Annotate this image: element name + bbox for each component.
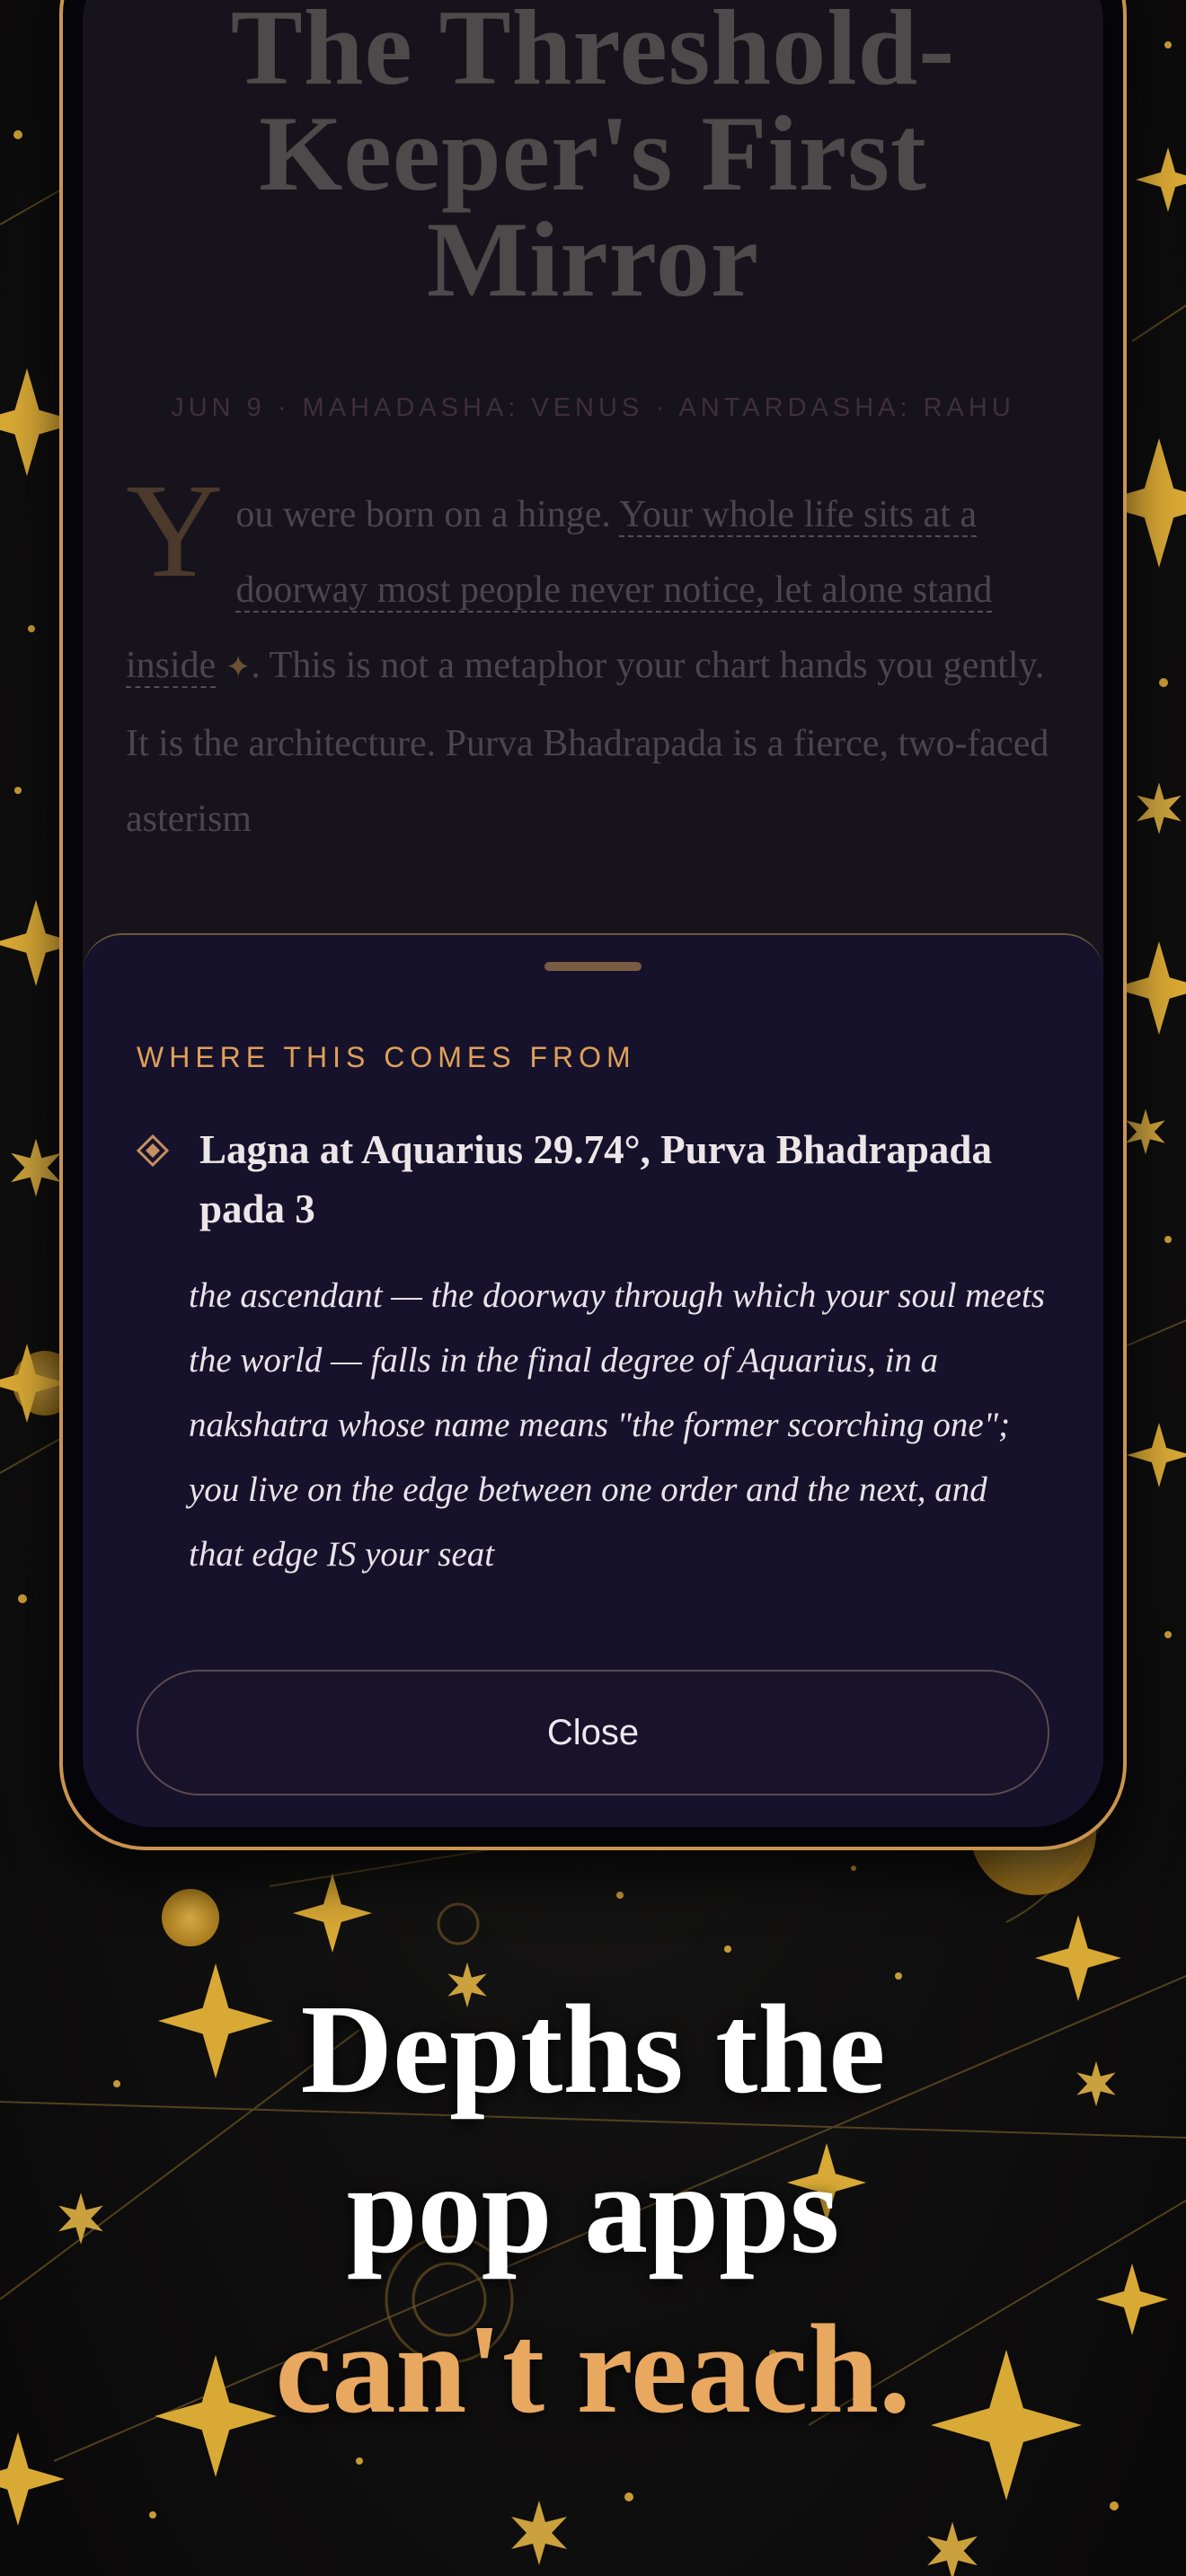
tagline-line-1: Depths the [300,1978,886,2120]
tagline-line-2: pop apps [346,2138,840,2280]
close-button[interactable]: Close [137,1670,1049,1795]
article-title: The Threshold-Keeper's First Mirror [230,0,956,319]
chart-placement: Lagna at Aquarius 29.74°, Purva Bhadrapa… [199,1127,992,1231]
sparkle-icon[interactable]: ✦ [226,651,252,684]
tagline-accent: can't reach. [275,2298,911,2439]
phone-frame: The Threshold-Keeper's First Mirror JUN … [59,0,1127,1850]
article-body: You were born on a hinge. Your whole lif… [126,456,1060,857]
sheet-drag-handle[interactable] [544,962,642,971]
article-text-intro: ou were born on a hinge. [235,494,619,535]
drop-cap: Y [126,456,224,605]
article-meta: JUN 9 · MAHADASHA: VENUS · ANTARDASHA: R… [171,393,1015,422]
marketing-tagline: Depths the pop apps can't reach. [0,1969,1186,2448]
diamond-icon [137,1134,169,1167]
source-bottom-sheet: WHERE THIS COMES FROM Lagna at Aquarius … [83,933,1103,1827]
sheet-heading: WHERE THIS COMES FROM [137,1041,636,1073]
reading-article: The Threshold-Keeper's First Mirror JUN … [83,0,1103,1029]
placement-explanation: the ascendant — the doorway through whic… [189,1276,1045,1574]
phone-screen: The Threshold-Keeper's First Mirror JUN … [83,0,1103,1827]
article-text-continued: . This is not a metaphor your chart hand… [126,645,1049,840]
